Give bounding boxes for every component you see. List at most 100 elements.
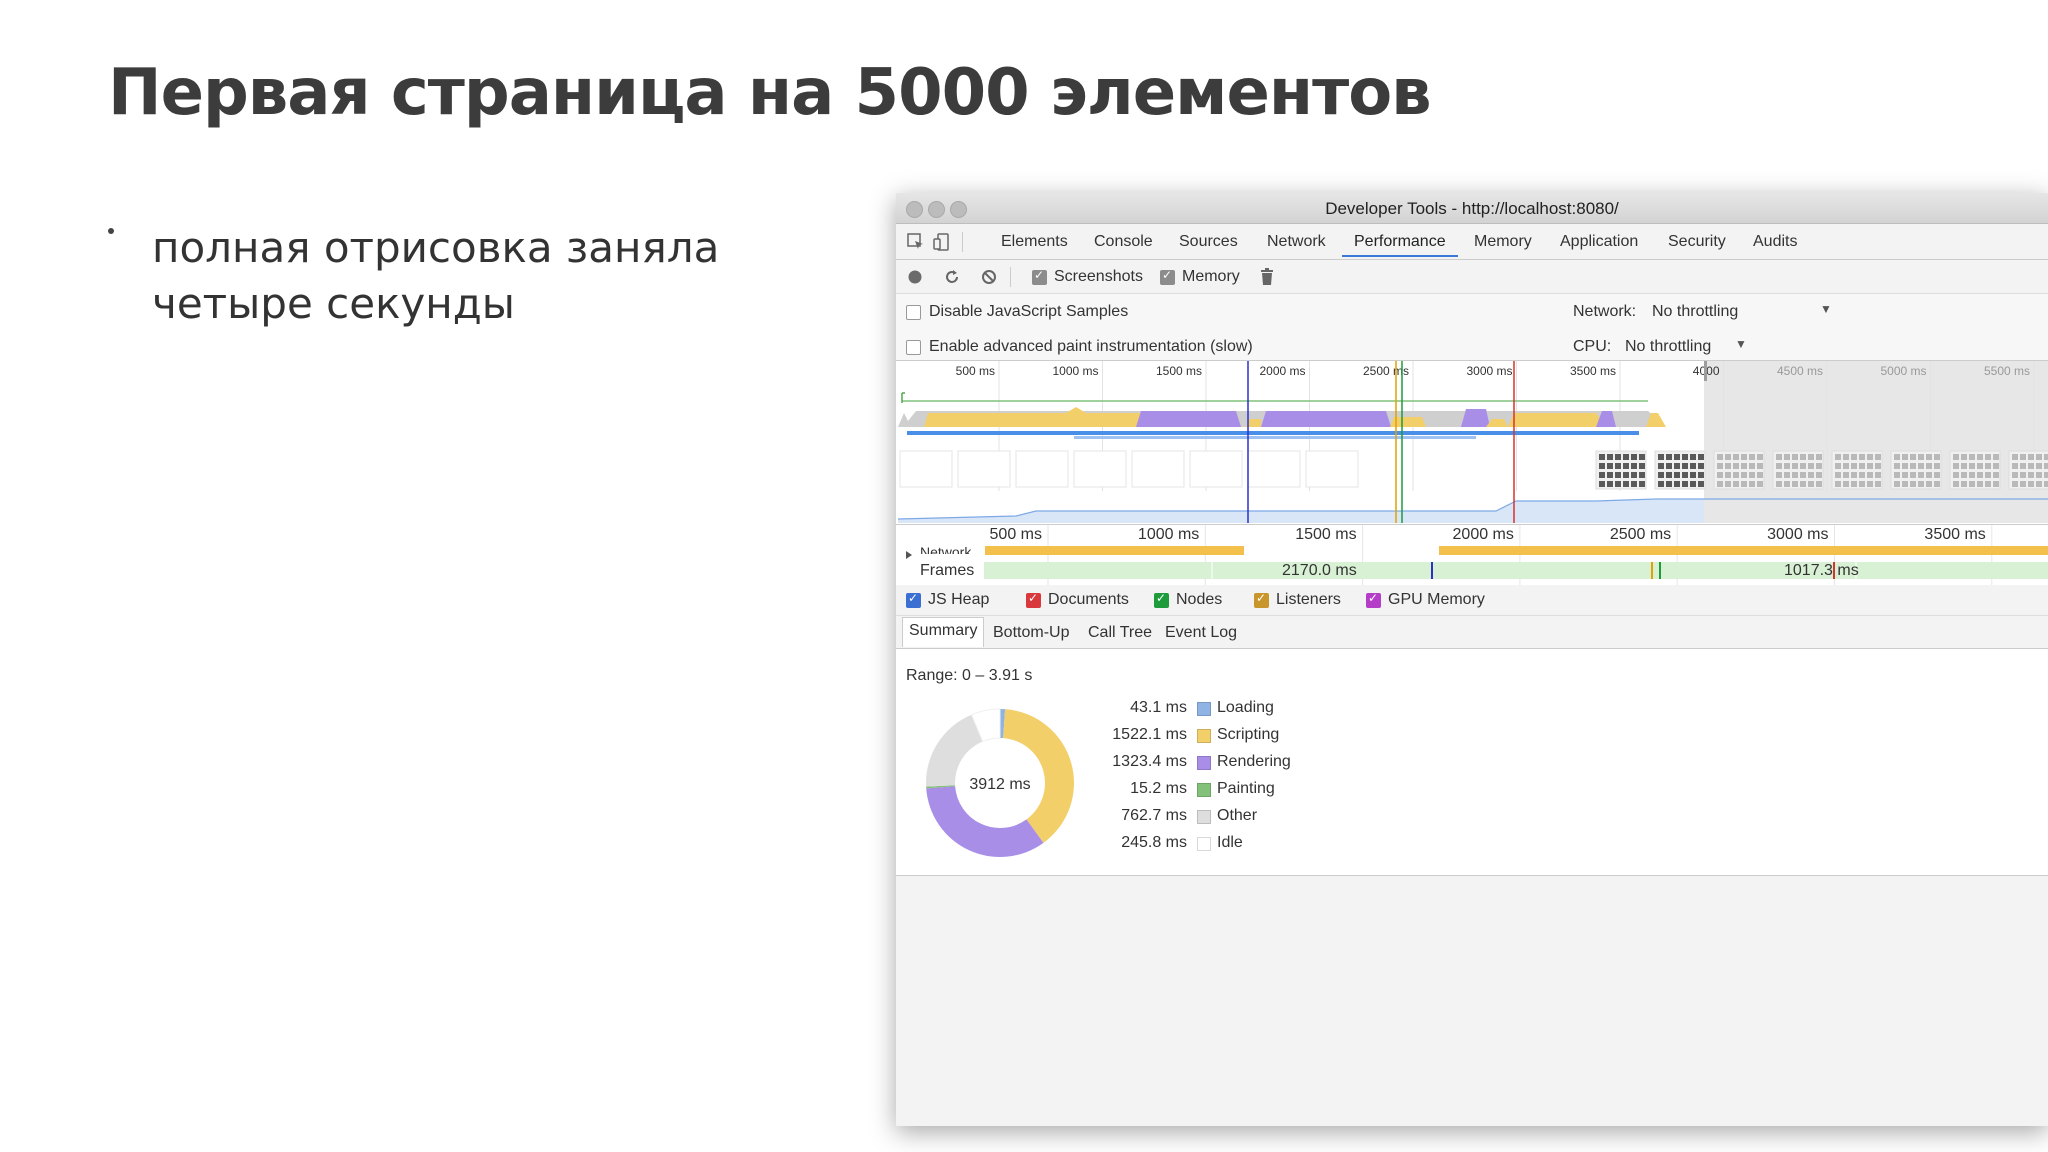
timeline-tick-label: 2000 ms bbox=[1453, 526, 1514, 543]
advanced-paint-label: Enable advanced paint instrumentation (s… bbox=[929, 338, 1253, 355]
tab-event-log[interactable]: Event Log bbox=[1165, 624, 1237, 642]
breakdown-value: 43.1 ms bbox=[1130, 699, 1187, 716]
memory-counter-checkbox[interactable] bbox=[906, 591, 921, 608]
memory-counter-label: JS Heap bbox=[928, 591, 990, 608]
empty-details-area bbox=[896, 876, 2048, 1126]
tab-application[interactable]: Application bbox=[1560, 233, 1638, 251]
tab-network[interactable]: Network bbox=[1267, 233, 1326, 251]
tab-bottom-up[interactable]: Bottom-Up bbox=[993, 624, 1069, 642]
screenshots-checkbox[interactable] bbox=[1032, 268, 1047, 285]
overview-tick-label: 3500 ms bbox=[1570, 364, 1616, 378]
screenshot-thumbnail bbox=[1713, 450, 1765, 490]
divider bbox=[1010, 267, 1011, 287]
breakdown-value: 762.7 ms bbox=[1121, 807, 1187, 824]
memory-counter-label: Listeners bbox=[1276, 591, 1341, 608]
window-titlebar: Developer Tools - http://localhost:8080/ bbox=[896, 193, 2048, 224]
trash-icon[interactable] bbox=[1260, 268, 1274, 286]
memory-counter-label: GPU Memory bbox=[1388, 591, 1485, 608]
breakdown-swatch bbox=[1197, 783, 1211, 797]
reload-icon[interactable] bbox=[944, 269, 960, 285]
overview-tick-label: 500 ms bbox=[956, 364, 995, 378]
breakdown-label: Scripting bbox=[1217, 726, 1280, 743]
breakdown-row: 15.2 ms Painting bbox=[897, 780, 1297, 800]
breakdown-value: 245.8 ms bbox=[1121, 834, 1187, 851]
breakdown-label: Painting bbox=[1217, 780, 1275, 797]
memory-checkbox[interactable] bbox=[1160, 268, 1175, 285]
screenshot-thumbnail bbox=[1772, 450, 1824, 490]
breakdown-row: 762.7 ms Other bbox=[897, 807, 1297, 827]
tab-sources[interactable]: Sources bbox=[1179, 233, 1238, 251]
screenshots-label: Screenshots bbox=[1054, 268, 1143, 285]
frames-track-label[interactable]: Frames bbox=[920, 562, 974, 580]
overview-tick-label: 5500 ms bbox=[1984, 364, 2030, 378]
main-timeline[interactable]: 500 ms 1000 ms 1500 ms 2000 ms 2500 ms 3000 m… bbox=[896, 524, 2048, 586]
breakdown-label: Loading bbox=[1217, 699, 1274, 716]
cpu-dropdown-arrow-icon[interactable]: ▼ bbox=[1735, 337, 1747, 351]
timeline-overview[interactable]: 500 ms 1000 ms 1500 ms 2000 ms 2500 ms 3000 m… bbox=[896, 361, 2048, 523]
breakdown-row: 1323.4 ms Rendering bbox=[897, 753, 1297, 773]
devtools-tab-bar: Elements Console Sources Network Perform… bbox=[896, 224, 2048, 260]
performance-toolbar: Screenshots Memory bbox=[896, 260, 2048, 294]
screenshot-thumbnail bbox=[1654, 450, 1706, 490]
cpu-throttle-select[interactable]: No throttling bbox=[1625, 338, 1711, 356]
network-throttle-select[interactable]: No throttling bbox=[1652, 303, 1738, 321]
timeline-tick-label: 3000 ms bbox=[1767, 526, 1828, 543]
overview-tick-label: 1500 ms bbox=[1156, 364, 1202, 378]
screenshot-thumbnail bbox=[1890, 450, 1942, 490]
memory-counter-checkbox[interactable] bbox=[1026, 591, 1041, 608]
breakdown-swatch bbox=[1197, 756, 1211, 770]
capture-settings: Disable JavaScript Samples Enable advanc… bbox=[896, 294, 2048, 361]
frame-duration-1[interactable]: 2170.0 ms bbox=[1282, 562, 1357, 580]
tab-security[interactable]: Security bbox=[1668, 233, 1726, 251]
record-icon[interactable] bbox=[908, 270, 922, 284]
memory-counter-label: Nodes bbox=[1176, 591, 1223, 608]
memory-counter-checkbox[interactable] bbox=[1366, 591, 1381, 608]
breakdown-row: 245.8 ms Idle bbox=[897, 834, 1297, 854]
clear-icon[interactable] bbox=[981, 269, 997, 285]
memory-label: Memory bbox=[1182, 268, 1240, 285]
memory-counters: JS Heap Documents Nodes Listeners GPU Memory bbox=[896, 585, 2048, 616]
breakdown-swatch bbox=[1197, 837, 1211, 851]
tab-elements[interactable]: Elements bbox=[1001, 233, 1068, 251]
tab-audits[interactable]: Audits bbox=[1753, 233, 1797, 251]
screenshot-thumbnail bbox=[1949, 450, 2001, 490]
overview-tick-label: 3000 ms bbox=[1466, 364, 1512, 378]
frame-duration-2[interactable]: 1017.3 ms bbox=[1784, 562, 1859, 580]
details-tab-bar: Summary Bottom-Up Call Tree Event Log bbox=[896, 616, 2048, 649]
tab-console[interactable]: Console bbox=[1094, 233, 1153, 251]
network-throttle-label: Network: bbox=[1573, 303, 1637, 320]
bullet-line-2: четыре секунды bbox=[152, 279, 515, 328]
breakdown-row: 1522.1 ms Scripting bbox=[897, 726, 1297, 746]
slide-title: Первая страница на 5000 элементов bbox=[108, 56, 1432, 130]
screenshot-thumbnail bbox=[2008, 450, 2048, 490]
breakdown-label: Other bbox=[1217, 807, 1258, 824]
device-toolbar-icon[interactable] bbox=[932, 232, 952, 252]
timeline-tick-label: 500 ms bbox=[990, 526, 1042, 543]
breakdown-value: 15.2 ms bbox=[1130, 780, 1187, 797]
inspect-element-icon[interactable] bbox=[906, 232, 926, 252]
disable-js-samples-checkbox[interactable] bbox=[906, 305, 921, 320]
breakdown-swatch bbox=[1197, 702, 1211, 716]
tab-memory[interactable]: Memory bbox=[1474, 233, 1532, 251]
devtools-window: Developer Tools - http://localhost:8080/… bbox=[896, 193, 2048, 1126]
overview-tick-label: 4500 ms bbox=[1777, 364, 1823, 378]
overview-tick-label: 2000 ms bbox=[1259, 364, 1305, 378]
memory-counter-label: Documents bbox=[1048, 591, 1129, 608]
window-title: Developer Tools - http://localhost:8080/ bbox=[1325, 199, 1619, 218]
timeline-tick-label: 3500 ms bbox=[1924, 526, 1985, 543]
active-tab-indicator bbox=[1342, 255, 1458, 257]
memory-counter-checkbox[interactable] bbox=[1154, 591, 1169, 608]
range-label: Range: 0 – 3.91 s bbox=[906, 667, 1033, 684]
breakdown-swatch bbox=[1197, 810, 1211, 824]
network-track-label[interactable]: Network bbox=[920, 544, 971, 554]
breakdown-label: Rendering bbox=[1217, 753, 1291, 770]
screenshot-thumbnail bbox=[1595, 450, 1647, 490]
tab-summary[interactable]: Summary bbox=[902, 617, 985, 647]
tab-performance[interactable]: Performance bbox=[1354, 233, 1446, 251]
advanced-paint-checkbox[interactable] bbox=[906, 340, 921, 355]
bullet-marker bbox=[108, 228, 114, 234]
bullet-line-1: полная отрисовка заняла bbox=[152, 223, 720, 272]
tab-call-tree[interactable]: Call Tree bbox=[1088, 624, 1152, 642]
memory-counter-checkbox[interactable] bbox=[1254, 591, 1269, 608]
network-dropdown-arrow-icon[interactable]: ▼ bbox=[1820, 302, 1832, 316]
